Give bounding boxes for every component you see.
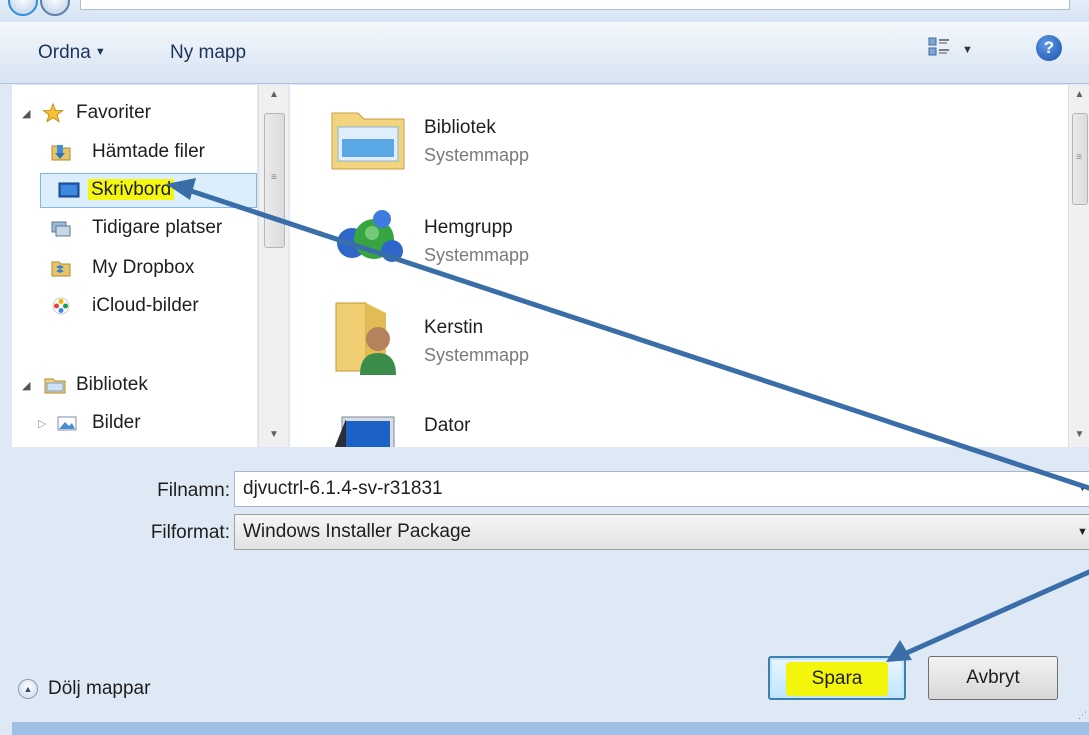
list-item[interactable]: Kerstin Systemmapp [290, 295, 990, 395]
view-options-chevron-icon[interactable]: ▼ [962, 44, 973, 56]
list-item[interactable]: Hemgrupp Systemmapp [290, 199, 990, 299]
file-list-pane: Bibliotek Systemmapp Hemgrupp Systemmapp… [290, 85, 1068, 447]
pictures-library-icon [57, 416, 77, 431]
scroll-up-arrow-icon[interactable]: ▲ [259, 89, 289, 100]
tree-item-pictures[interactable]: ▷ Bilder [12, 405, 257, 441]
icloud-photos-icon [52, 297, 70, 315]
organize-menu-button[interactable]: Ordna ▼ [38, 42, 106, 64]
item-name: Dator [424, 415, 471, 436]
computer-icon [334, 416, 395, 447]
scroll-down-arrow-icon[interactable]: ▼ [259, 429, 289, 440]
scroll-up-arrow-icon[interactable]: ▲ [1069, 89, 1089, 100]
tree-label-downloads: Hämtade filer [92, 141, 205, 162]
item-name: Hemgrupp [424, 217, 513, 238]
navigation-pane: ◢ Favoriter Hämtade filer Skrivbord Tidi… [12, 85, 257, 447]
tree-label-favorites: Favoriter [76, 102, 151, 123]
tree-label-dropbox: My Dropbox [92, 257, 195, 278]
item-name: Kerstin [424, 317, 484, 338]
save-button[interactable]: Spara [768, 656, 906, 700]
command-toolbar: Ordna ▼ Ny mapp ▼ ? [0, 22, 1089, 84]
item-type: Systemmapp [424, 145, 530, 165]
hide-folders-label: Dölj mappar [48, 678, 151, 699]
expanded-triangle-icon[interactable]: ◢ [22, 379, 30, 392]
filename-input[interactable] [234, 471, 1089, 507]
scrollbar-grip-icon: ≡ [1076, 152, 1082, 163]
filename-label: Filnamn: [157, 480, 230, 501]
navigation-pane-scrollbar[interactable]: ▲ ≡ ▼ [258, 85, 288, 447]
file-list-scrollbar[interactable]: ▲ ≡ ▼ [1068, 85, 1089, 447]
tree-item-recent-places[interactable]: Tidigare platser [12, 210, 257, 246]
address-bar[interactable] [80, 0, 1070, 10]
hide-folders-toggle[interactable]: ▲ Dölj mappar [18, 678, 150, 700]
item-name: Bibliotek [424, 117, 496, 138]
cancel-button[interactable]: Avbryt [928, 656, 1058, 700]
tree-label-desktop: Skrivbord [88, 179, 175, 200]
dropbox-folder-icon [51, 261, 71, 277]
filetype-label: Filformat: [150, 522, 230, 543]
star-icon [42, 103, 64, 123]
tree-item-icloud-photos[interactable]: iCloud-bilder [12, 288, 257, 324]
collapse-up-icon: ▲ [18, 679, 38, 699]
desktop-icon [58, 182, 80, 198]
libraries-folder-icon [331, 112, 405, 170]
tree-item-desktop[interactable]: Skrivbord [12, 172, 257, 208]
tree-item-downloads[interactable]: Hämtade filer [12, 134, 257, 170]
forward-button[interactable] [40, 0, 70, 16]
user-folder-icon [335, 302, 396, 375]
list-item[interactable]: Bibliotek Systemmapp [290, 99, 990, 199]
tree-label-desktop-wrap: Skrivbord [88, 179, 175, 201]
scroll-down-arrow-icon[interactable]: ▼ [1069, 429, 1089, 440]
tree-node-favorites[interactable]: ◢ Favoriter [12, 95, 257, 131]
window-bottom-border [12, 722, 1089, 735]
filename-dropdown-chevron-icon[interactable]: ▼ [1077, 482, 1088, 494]
list-item[interactable]: Dator [290, 403, 990, 447]
tree-item-dropbox[interactable]: My Dropbox [12, 250, 257, 286]
item-type: Systemmapp [424, 345, 530, 365]
homegroup-icon [337, 210, 403, 262]
item-type: Systemmapp [424, 245, 530, 265]
filetype-dropdown-chevron-icon[interactable]: ▼ [1077, 526, 1088, 538]
annotation-arrow-to-save [899, 569, 1089, 658]
chevron-down-icon: ▼ [94, 46, 106, 58]
tree-label-recent-places: Tidigare platser [92, 217, 223, 238]
scrollbar-thumb[interactable]: ≡ [1072, 113, 1088, 205]
recent-places-icon [51, 221, 71, 237]
tree-node-libraries[interactable]: ◢ Bibliotek [12, 367, 257, 403]
tree-label-libraries: Bibliotek [76, 374, 148, 395]
downloads-folder-icon [51, 145, 71, 161]
new-folder-button[interactable]: Ny mapp [170, 42, 246, 64]
libraries-icon [44, 378, 66, 394]
tree-label-icloud-photos: iCloud-bilder [92, 295, 199, 316]
view-options-icon[interactable] [928, 36, 950, 58]
back-button[interactable] [8, 0, 38, 16]
help-icon[interactable]: ? [1036, 35, 1062, 61]
organize-label: Ordna [38, 42, 91, 63]
filetype-select[interactable]: Windows Installer Package [234, 514, 1089, 550]
resize-grip-icon[interactable]: ⋰ [1078, 710, 1087, 721]
tree-label-pictures: Bilder [92, 412, 141, 433]
scrollbar-grip-icon: ≡ [271, 172, 277, 183]
expanded-triangle-icon[interactable]: ◢ [22, 107, 30, 120]
scrollbar-thumb[interactable]: ≡ [264, 113, 285, 248]
save-button-label: Spara [785, 662, 889, 696]
address-bar-strip [0, 0, 1089, 22]
collapsed-triangle-icon[interactable]: ▷ [38, 417, 46, 430]
